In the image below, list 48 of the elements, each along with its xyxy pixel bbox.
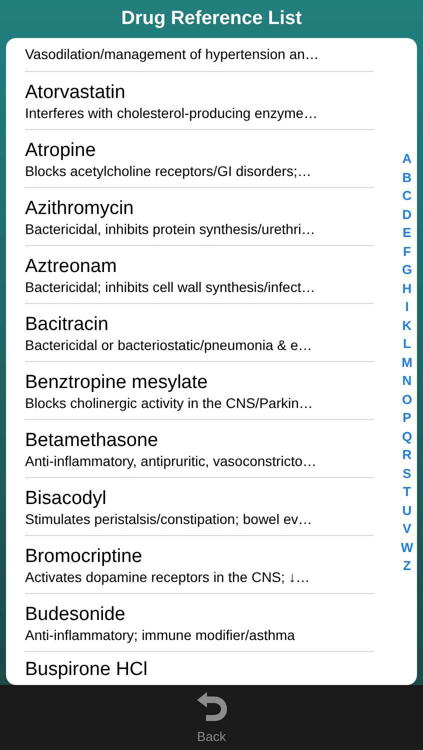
index-letter[interactable]: R	[402, 446, 412, 464]
drug-name[interactable]: Bromocriptine	[25, 545, 142, 568]
back-button[interactable]: Back	[190, 685, 232, 744]
drug-name[interactable]: Betamethasone	[25, 429, 158, 452]
drug-name[interactable]: Aztreonam	[25, 255, 117, 278]
index-letter[interactable]: W	[400, 538, 414, 557]
drug-description: Vasodilation/management of hypertension an…	[25, 45, 320, 63]
drug-description: Anti-inflammatory, antipruritic, vasoconstricto…	[25, 452, 318, 470]
drug-name[interactable]: Benztropine mesylate	[25, 371, 208, 394]
index-letter[interactable]: M	[402, 354, 412, 372]
index-letter[interactable]: F	[403, 242, 411, 261]
index-letter[interactable]: L	[403, 335, 411, 354]
index-letter[interactable]: B	[402, 168, 412, 187]
index-letter[interactable]: A	[402, 150, 412, 168]
drug-description: Blocks cholinergic activity in the CNS/Parkin…	[25, 394, 314, 412]
index-letter[interactable]: E	[402, 224, 412, 242]
index-letter[interactable]: G	[402, 261, 412, 280]
index-letter[interactable]: D	[402, 206, 412, 224]
drug-description: Anti-inflammatory; immune modifier/asthma	[25, 626, 296, 644]
drug-description: Bactericidal; inhibits cell wall synthesis/infect…	[25, 278, 316, 296]
index-letter[interactable]: K	[402, 316, 412, 335]
screen-title: Drug Reference List	[121, 8, 302, 30]
drug-description: Bactericidal, inhibits protein synthesis/urethri…	[25, 220, 316, 238]
index-letter[interactable]: O	[402, 390, 412, 409]
drug-name[interactable]: Buspirone HCl	[25, 658, 148, 681]
back-arrow-icon	[194, 691, 228, 723]
drug-description: Bactericidal or bacteriostatic/pneumonia & e…	[25, 336, 314, 354]
drug-name[interactable]: Budesonide	[25, 603, 126, 626]
drug-description: Blocks acetylcholine receptors/GI disorders;…	[25, 162, 312, 180]
index-letter[interactable]: S	[402, 464, 412, 483]
drug-description: Interferes with cholesterol-producing enzyme…	[25, 104, 319, 122]
index-letter[interactable]: Q	[402, 428, 412, 446]
drug-name[interactable]: Atropine	[25, 139, 96, 162]
index-letter[interactable]: V	[402, 520, 412, 538]
index-letter[interactable]: U	[402, 502, 412, 520]
index-letter[interactable]: N	[402, 372, 412, 390]
index-letter[interactable]: I	[405, 298, 409, 316]
drug-name[interactable]: Atorvastatin	[25, 81, 126, 104]
index-letter[interactable]: P	[402, 409, 412, 428]
drug-description: Stimulates peristalsis/constipation; bowel ev…	[25, 510, 314, 528]
index-letter[interactable]: C	[402, 187, 412, 206]
drug-name[interactable]: Bisacodyl	[25, 487, 106, 510]
index-letter[interactable]: Z	[403, 557, 411, 576]
drug-description: Activates dopamine receptors in the CNS; ↓…	[25, 568, 311, 586]
index-letter[interactable]: H	[402, 280, 412, 298]
drug-name[interactable]: Azithromycin	[25, 197, 134, 220]
index-letter[interactable]: T	[403, 483, 411, 502]
drug-name[interactable]: Bacitracin	[25, 313, 108, 336]
